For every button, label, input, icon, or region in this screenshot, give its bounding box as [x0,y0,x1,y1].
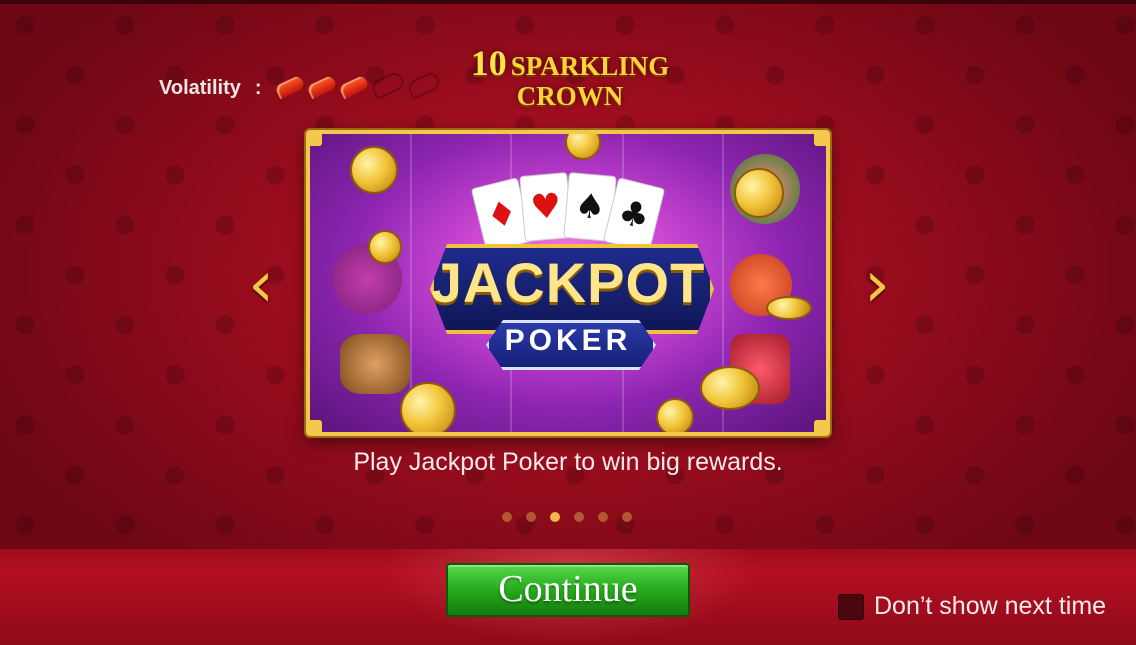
chili-icon [273,74,306,100]
slide-subtitle: POKER [504,324,632,357]
gold-coin [565,134,601,160]
volatility-separator: : [254,76,262,99]
pagination-dot[interactable] [598,512,608,522]
gold-coin [766,296,812,320]
chevron-left-icon[interactable]: ‹ [246,253,276,317]
dont-show-checkbox[interactable] [838,593,864,620]
game-logo-number: 10 [470,43,507,83]
pagination-dot[interactable] [502,512,512,522]
game-logo-line2: CROWN [516,81,624,111]
game-logo: 10 SPARKLING CROWN [470,45,670,110]
gold-coin [400,382,456,432]
pagination-dot[interactable] [550,512,560,522]
slide-caption: Play Jackpot Poker to win big rewards. [353,448,783,476]
volatility-indicator: Volatility : [159,70,444,100]
frame-corner-ornament [310,134,322,146]
chili-icon [405,70,442,100]
continue-button[interactable]: Continue [446,563,690,617]
carousel-pagination [502,512,632,522]
gold-coin [656,398,694,432]
gold-coin [350,146,398,194]
gold-coin [734,168,784,218]
slide-title: JACKPOT [430,251,706,314]
chili-icon [369,70,406,100]
chili-icon [337,74,370,100]
dont-show-option[interactable]: Don’t show next time [838,592,1106,621]
chevron-right-icon[interactable]: › [862,253,892,317]
top-edge [0,0,1136,4]
pagination-dot[interactable] [622,512,632,522]
frame-corner-ornament [814,420,826,432]
carousel-slide: ♦ ♥ ♠ ♣ JACKPOT POKER [306,130,830,436]
bell-symbol [340,334,410,394]
dont-show-label: Don’t show next time [874,592,1107,620]
volatility-chili-rating [273,70,444,100]
volatility-label: Volatility [159,76,241,99]
gold-coin [700,366,760,410]
frame-corner-ornament [310,420,322,432]
gold-coin [368,230,402,264]
frame-corner-ornament [814,134,826,146]
pagination-dot[interactable] [574,512,584,522]
game-logo-line1: SPARKLING [510,51,670,81]
pagination-dot[interactable] [526,512,536,522]
chili-icon [305,74,338,100]
